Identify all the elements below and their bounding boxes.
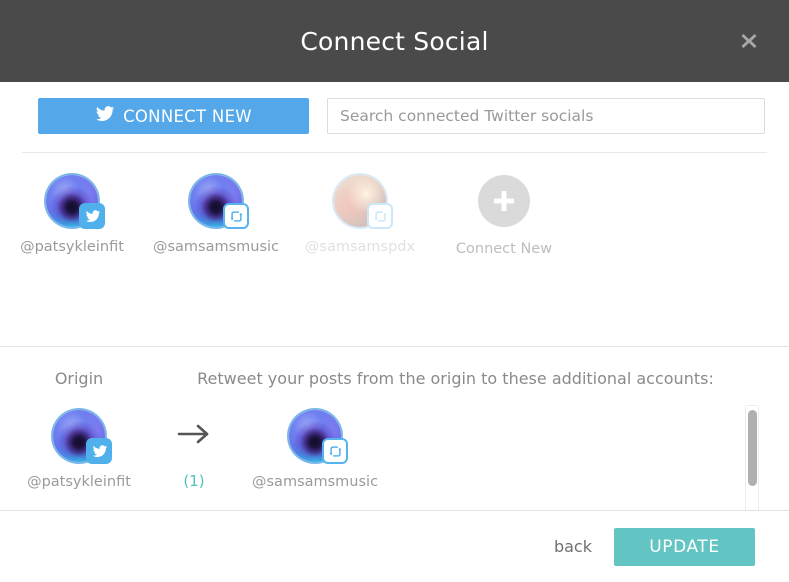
connected-accounts-strip: @patsykleinfit @samsamsmusic @samsamspdx… (0, 153, 789, 346)
retweet-icon (223, 203, 249, 229)
target-count: (1) (183, 472, 205, 490)
avatar (190, 175, 249, 229)
connect-new-tile[interactable]: Connect New (432, 175, 576, 257)
target-accounts-list: @samsamsmusic (230, 410, 789, 490)
mapping-row: @patsykleinfit (1) @samsamsmusic (0, 388, 789, 510)
toolbar: CONNECT NEW (0, 82, 789, 152)
connect-new-button-label: CONNECT NEW (123, 106, 252, 126)
account-tile-patsykleinfit[interactable]: @patsykleinfit (0, 175, 144, 255)
twitter-bird-icon (86, 438, 112, 464)
connect-new-button[interactable]: CONNECT NEW (38, 98, 309, 134)
retweet-glyph (374, 210, 386, 222)
account-handle: @samsamspdx (304, 239, 416, 255)
mapping-headers: Origin Retweet your posts from the origi… (0, 347, 789, 388)
mapping-arrow-cell: (1) (158, 410, 230, 490)
avatar (289, 410, 349, 464)
targets-column-header: Retweet your posts from the origin to th… (197, 369, 714, 388)
origin-column-header: Origin (54, 369, 104, 388)
connect-social-modal: Connect Social CONNECT NEW Search connec… (0, 0, 789, 582)
account-handle: @samsamsmusic (152, 239, 280, 255)
retweet-glyph (329, 445, 342, 457)
close-icon[interactable] (735, 27, 763, 55)
retweet-mapping-section: Origin Retweet your posts from the origi… (0, 347, 789, 510)
target-account-handle: @samsamsmusic (252, 474, 379, 490)
plus-glyph (494, 191, 514, 211)
account-tile-samsamsmusic[interactable]: @samsamsmusic (144, 175, 288, 255)
update-button[interactable]: UPDATE (614, 527, 755, 566)
arrow-right-glyph (177, 424, 209, 444)
page-title: Connect Social (300, 26, 489, 56)
twitter-bird-icon (79, 203, 105, 229)
close-glyph (741, 34, 757, 48)
origin-account-handle: @patsykleinfit (27, 474, 131, 490)
twitter-bird-glyph (85, 209, 100, 222)
account-tile-samsamspdx[interactable]: @samsamspdx (288, 175, 432, 255)
retweet-icon (322, 438, 349, 464)
connect-new-tile-label: Connect New (455, 241, 553, 257)
scrollbar-thumb[interactable] (748, 410, 757, 486)
avatar (334, 175, 393, 229)
account-handle: @patsykleinfit (20, 239, 124, 255)
retweet-glyph (230, 210, 242, 222)
twitter-bird-glyph (92, 444, 107, 457)
arrow-right-icon (177, 422, 211, 450)
retweet-icon (367, 203, 393, 229)
back-button[interactable]: back (554, 537, 592, 556)
target-account-samsamsmusic[interactable]: @samsamsmusic (252, 410, 378, 490)
plus-icon (478, 175, 530, 227)
modal-footer: back UPDATE (0, 511, 789, 582)
search-input[interactable] (327, 98, 765, 134)
avatar (53, 410, 112, 464)
twitter-bird-icon (95, 106, 115, 126)
avatar (46, 175, 105, 229)
origin-account[interactable]: @patsykleinfit (0, 410, 158, 490)
twitter-bird-glyph (96, 106, 115, 121)
modal-header: Connect Social (0, 0, 789, 82)
scrollbar[interactable] (745, 405, 759, 510)
